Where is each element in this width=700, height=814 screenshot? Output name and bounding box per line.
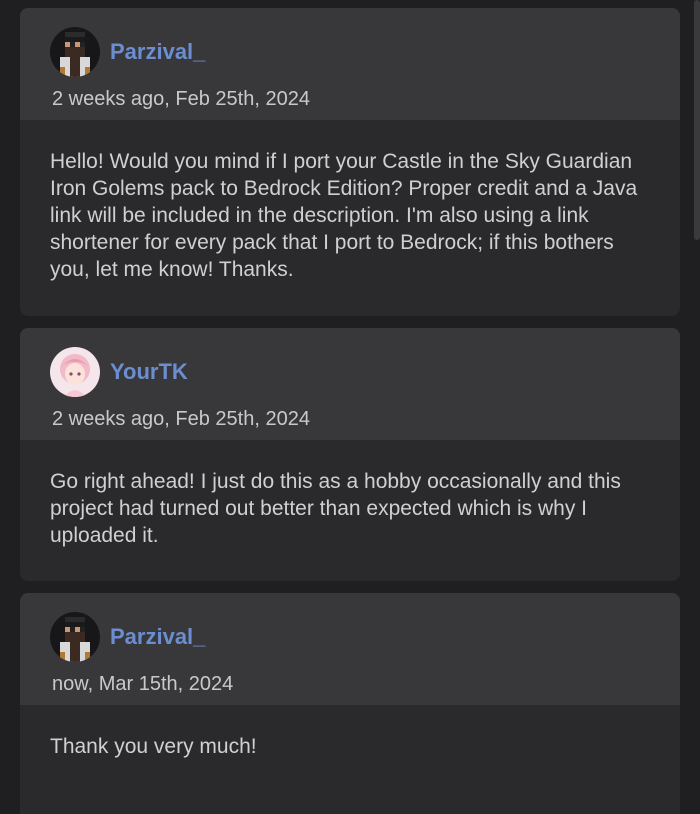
comment-header: Parzival_ now, Mar 15th, 2024 xyxy=(20,593,680,705)
comment-timestamp: now, Mar 15th, 2024 xyxy=(52,673,234,695)
pink-anime-avatar-icon[interactable] xyxy=(50,347,100,397)
comment-timestamp: 2 weeks ago, Feb 25th, 2024 xyxy=(52,88,310,110)
comment-card: YourTK 2 weeks ago, Feb 25th, 2024 Go ri… xyxy=(20,328,680,581)
scrollbar[interactable] xyxy=(694,0,700,240)
username-link[interactable]: YourTK xyxy=(110,359,188,385)
username-link[interactable]: Parzival_ xyxy=(110,39,205,65)
pixel-bearded-man-avatar-icon[interactable] xyxy=(50,612,100,662)
comment-author: Parzival_ xyxy=(50,611,650,663)
comment-author: Parzival_ xyxy=(50,26,650,78)
comment-text: Thank you very much! xyxy=(50,735,257,758)
comment-author: YourTK xyxy=(50,346,650,398)
comment-timestamp: 2 weeks ago, Feb 25th, 2024 xyxy=(52,408,310,430)
pixel-bearded-man-avatar-icon[interactable] xyxy=(50,27,100,77)
comment-text: Hello! Would you mind if I port your Cas… xyxy=(50,150,638,281)
username-link[interactable]: Parzival_ xyxy=(110,624,205,650)
comment-card: Parzival_ now, Mar 15th, 2024 Thank you … xyxy=(20,593,680,814)
comment-feed: Parzival_ 2 weeks ago, Feb 25th, 2024 He… xyxy=(0,0,700,814)
comment-header: Parzival_ 2 weeks ago, Feb 25th, 2024 xyxy=(20,8,680,120)
comment-text: Go right ahead! I just do this as a hobb… xyxy=(50,470,621,547)
comment-header: YourTK 2 weeks ago, Feb 25th, 2024 xyxy=(20,328,680,440)
comment-card: Parzival_ 2 weeks ago, Feb 25th, 2024 He… xyxy=(20,8,680,316)
